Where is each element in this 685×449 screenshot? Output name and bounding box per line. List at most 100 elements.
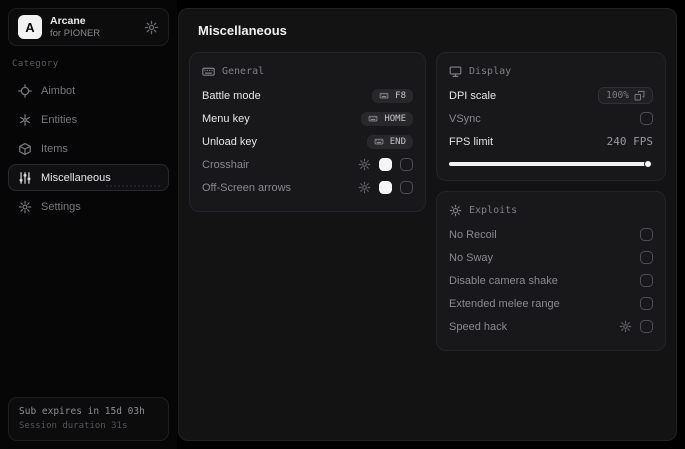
checkbox[interactable]: [400, 158, 413, 171]
row-extended-melee-range: Extended melee range: [449, 292, 653, 315]
items-icon: [18, 142, 32, 156]
sidebar-item-items[interactable]: Items: [8, 135, 169, 162]
active-item-dots-decoration: [106, 182, 160, 187]
sidebar-item-label: Settings: [41, 200, 81, 213]
monitor-icon: [449, 65, 462, 78]
column-left: General Battle mode F8 Menu key HOME Unload k…: [189, 52, 426, 212]
row-label: Off-Screen arrows: [202, 181, 292, 194]
keybind-value: HOME: [384, 113, 406, 124]
sidebar: A Arcane for PIONER Category Aimbot Entit…: [0, 0, 177, 449]
sidebar-item-aimbot[interactable]: Aimbot: [8, 77, 169, 104]
scale-icon: [634, 90, 645, 101]
fps-limit-slider[interactable]: [449, 159, 653, 168]
row-no-recoil: No Recoil: [449, 223, 653, 246]
row-controls: END: [366, 134, 413, 149]
entities-icon: [18, 113, 32, 127]
sidebar-item-label: Aimbot: [41, 84, 76, 97]
row-dpi-scale: DPI scale 100%: [449, 84, 653, 107]
row-controls: [640, 274, 653, 287]
color-swatch[interactable]: [379, 158, 392, 171]
app-subtitle: for PIONER: [50, 27, 101, 39]
row-controls: 100%: [598, 87, 653, 104]
row-label: FPS limit: [449, 135, 493, 148]
row-controls: [640, 228, 653, 241]
keybind-button[interactable]: HOME: [361, 111, 413, 126]
columns: General Battle mode F8 Menu key HOME Unload k…: [189, 52, 666, 351]
row-fps-limit: FPS limit 240 FPS: [449, 130, 653, 153]
row-unload-key: Unload key END: [202, 130, 413, 153]
fps-limit-value: 240 FPS: [606, 135, 653, 148]
row-label: Unload key: [202, 135, 258, 148]
row-vsync: VSync: [449, 107, 653, 130]
crosshair-icon: [18, 83, 32, 98]
row-controls: 240 FPS: [607, 135, 653, 148]
panel-header: Display: [449, 65, 653, 78]
row-controls: [358, 158, 413, 171]
row-label: Disable camera shake: [449, 274, 558, 287]
checkbox[interactable]: [400, 181, 413, 194]
row-speed-hack: Speed hack: [449, 315, 653, 338]
sub-expiry-text: Sub expires in 15d 03h: [19, 406, 145, 418]
checkbox[interactable]: [640, 112, 653, 125]
checkbox[interactable]: [640, 228, 653, 241]
category-label: Category: [12, 59, 59, 69]
row-controls: [640, 251, 653, 264]
sliders-icon: [18, 171, 32, 185]
keybind-button[interactable]: END: [366, 134, 413, 149]
row-crosshair: Crosshair: [202, 153, 413, 176]
keyboard-icon: [367, 114, 379, 123]
gear-icon[interactable]: [144, 20, 159, 35]
row-settings-gear-icon[interactable]: [358, 158, 371, 171]
app-logo: A: [18, 15, 42, 39]
panel-header: Exploits: [449, 204, 653, 217]
row-label: VSync: [449, 112, 481, 125]
brand-card[interactable]: A Arcane for PIONER: [8, 8, 169, 46]
checkbox[interactable]: [640, 320, 653, 333]
row-label: Extended melee range: [449, 297, 560, 310]
row-label: No Recoil: [449, 228, 497, 241]
sidebar-item-miscellaneous[interactable]: Miscellaneous: [8, 164, 169, 191]
sidebar-item-label: Items: [41, 142, 68, 155]
exploits-panel: Exploits No Recoil No Sway Disable camera s…: [436, 191, 666, 351]
checkbox[interactable]: [640, 274, 653, 287]
row-disable-camera-shake: Disable camera shake: [449, 269, 653, 292]
sidebar-item-settings[interactable]: Settings: [8, 193, 169, 220]
row-label: Menu key: [202, 112, 250, 125]
brand-text: Arcane for PIONER: [50, 15, 136, 40]
column-right: Display DPI scale 100% VSync FPS limit 240 FP…: [436, 52, 666, 351]
panel-title: General: [222, 66, 265, 77]
sidebar-nav: Aimbot Entities Items Miscellaneous Settings: [8, 77, 169, 220]
panel-header: General: [202, 65, 413, 78]
row-label: Crosshair: [202, 158, 250, 171]
row-controls: [619, 320, 653, 333]
row-controls: [640, 112, 653, 125]
session-duration-text: Session duration 31s: [19, 420, 128, 431]
row-controls: HOME: [361, 111, 413, 126]
checkbox[interactable]: [640, 297, 653, 310]
display-panel: Display DPI scale 100% VSync FPS limit 240 FP…: [436, 52, 666, 181]
app-name: Arcane: [50, 14, 86, 27]
keybind-button[interactable]: F8: [372, 88, 413, 103]
row-settings-gear-icon[interactable]: [358, 181, 371, 194]
dpi-scale-select[interactable]: 100%: [598, 87, 653, 104]
color-swatch[interactable]: [379, 181, 392, 194]
slider-fill: [449, 162, 649, 166]
slider-knob[interactable]: [643, 159, 652, 168]
row-no-sway: No Sway: [449, 246, 653, 269]
checkbox[interactable]: [640, 251, 653, 264]
row-controls: [358, 181, 413, 194]
sidebar-item-label: Miscellaneous: [41, 171, 111, 184]
row-controls: F8: [372, 88, 413, 103]
dpi-scale-value: 100%: [606, 90, 629, 101]
sidebar-item-entities[interactable]: Entities: [8, 106, 169, 133]
gear-icon: [18, 200, 32, 214]
panel-title: Exploits: [469, 205, 518, 216]
row-label: Battle mode: [202, 89, 261, 102]
keybind-value: F8: [395, 90, 406, 101]
sun-icon: [449, 204, 462, 217]
row-settings-gear-icon[interactable]: [619, 320, 632, 333]
row-controls: [640, 297, 653, 310]
row-battle-mode: Battle mode F8: [202, 84, 413, 107]
row-menu-key: Menu key HOME: [202, 107, 413, 130]
